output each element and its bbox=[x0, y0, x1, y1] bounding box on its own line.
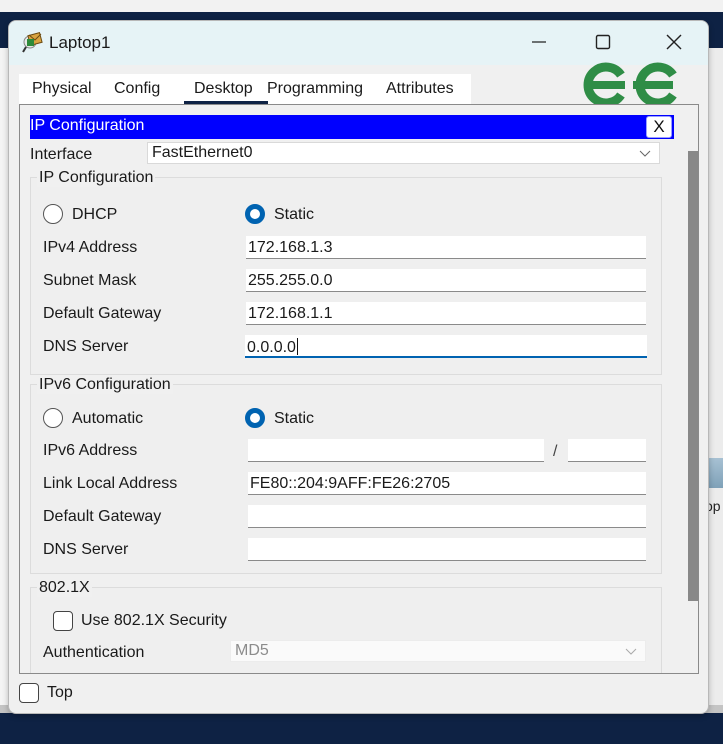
dot1x-group-title: 802.1X bbox=[37, 579, 92, 597]
ipv6-automatic-label: Automatic bbox=[72, 410, 144, 427]
packet-tracer-app-icon bbox=[22, 32, 43, 53]
scrollbar-thumb[interactable] bbox=[688, 151, 698, 601]
panel-title: IP Configuration bbox=[30, 117, 145, 134]
ipv6-default-gateway-input[interactable] bbox=[248, 505, 646, 528]
tab-config[interactable]: Config bbox=[114, 74, 160, 104]
ipv4-group-title: IP Configuration bbox=[37, 169, 156, 187]
interface-select[interactable]: FastEthernet0 bbox=[147, 142, 660, 164]
desktop-bottom-band bbox=[0, 713, 723, 744]
subnet-mask-input[interactable]: 255.255.0.0 bbox=[246, 269, 646, 292]
interface-label: Interface bbox=[30, 146, 93, 163]
dhcp-radio[interactable] bbox=[43, 204, 63, 224]
panel-close-button[interactable]: X bbox=[646, 116, 672, 138]
ipv4-default-gateway-label: Default Gateway bbox=[43, 305, 162, 322]
desktop-content: IP Configuration X Interface FastEtherne… bbox=[19, 104, 699, 674]
close-button[interactable] bbox=[654, 27, 694, 57]
chevron-down-icon bbox=[625, 648, 637, 655]
ip-configuration-header: IP Configuration X bbox=[30, 115, 674, 139]
ipv6-address-input[interactable] bbox=[248, 439, 544, 462]
minimize-button[interactable] bbox=[519, 27, 559, 57]
ipv4-address-input[interactable]: 172.168.1.3 bbox=[246, 236, 646, 259]
ipv4-static-label: Static bbox=[274, 206, 315, 223]
ipv4-static-radio[interactable] bbox=[245, 204, 265, 224]
use-8021x-security-label: Use 802.1X Security bbox=[81, 612, 227, 629]
tab-programming[interactable]: Programming bbox=[267, 74, 363, 104]
use-8021x-security-checkbox[interactable] bbox=[53, 611, 73, 631]
link-local-address-label: Link Local Address bbox=[43, 475, 178, 492]
interface-value: FastEthernet0 bbox=[152, 144, 253, 161]
maximize-icon bbox=[595, 34, 611, 50]
text-caret bbox=[296, 338, 298, 355]
authentication-select[interactable]: MD5 bbox=[230, 640, 646, 662]
ipv6-group-title: IPv6 Configuration bbox=[37, 376, 173, 394]
ipv6-prefix-input[interactable] bbox=[568, 439, 646, 462]
dhcp-label: DHCP bbox=[72, 206, 118, 223]
close-icon bbox=[666, 34, 682, 50]
maximize-button[interactable] bbox=[583, 27, 623, 57]
dns-server-value: 0.0.0.0 bbox=[247, 339, 296, 356]
ipv4-dns-server-label: DNS Server bbox=[43, 338, 129, 355]
ipv6-address-label: IPv6 Address bbox=[43, 442, 138, 459]
top-checkbox[interactable] bbox=[19, 683, 39, 703]
minimize-icon bbox=[532, 41, 546, 43]
tab-desktop[interactable]: Desktop bbox=[184, 74, 268, 105]
subnet-mask-label: Subnet Mask bbox=[43, 272, 137, 289]
window-title: Laptop1 bbox=[49, 33, 111, 52]
ipv6-static-label: Static bbox=[274, 410, 315, 427]
ipv6-dns-server-input[interactable] bbox=[248, 538, 646, 561]
ipv4-dns-server-input[interactable]: 0.0.0.0 bbox=[245, 335, 647, 358]
ipv6-default-gateway-label: Default Gateway bbox=[43, 508, 162, 525]
tab-bar: Physical Config Desktop Programming Attr… bbox=[19, 74, 471, 105]
ipv6-automatic-radio[interactable] bbox=[43, 408, 63, 428]
ipv4-default-gateway-input[interactable]: 172.168.1.1 bbox=[246, 302, 646, 325]
tab-physical[interactable]: Physical bbox=[32, 74, 92, 104]
top-checkbox-label: Top bbox=[47, 684, 73, 701]
ipv6-static-radio[interactable] bbox=[245, 408, 265, 428]
authentication-value: MD5 bbox=[235, 642, 269, 659]
link-local-address-input[interactable]: FE80::204:9AFF:FE26:2705 bbox=[248, 472, 646, 495]
ipv6-dns-server-label: DNS Server bbox=[43, 541, 129, 558]
chevron-down-icon bbox=[639, 150, 651, 157]
ipv4-address-label: IPv4 Address bbox=[43, 239, 138, 256]
tab-attributes[interactable]: Attributes bbox=[386, 74, 454, 104]
laptop-window: Laptop1 Physical Config Desktop Programm… bbox=[8, 20, 709, 714]
prefix-separator: / bbox=[553, 443, 558, 460]
authentication-label: Authentication bbox=[43, 644, 145, 661]
